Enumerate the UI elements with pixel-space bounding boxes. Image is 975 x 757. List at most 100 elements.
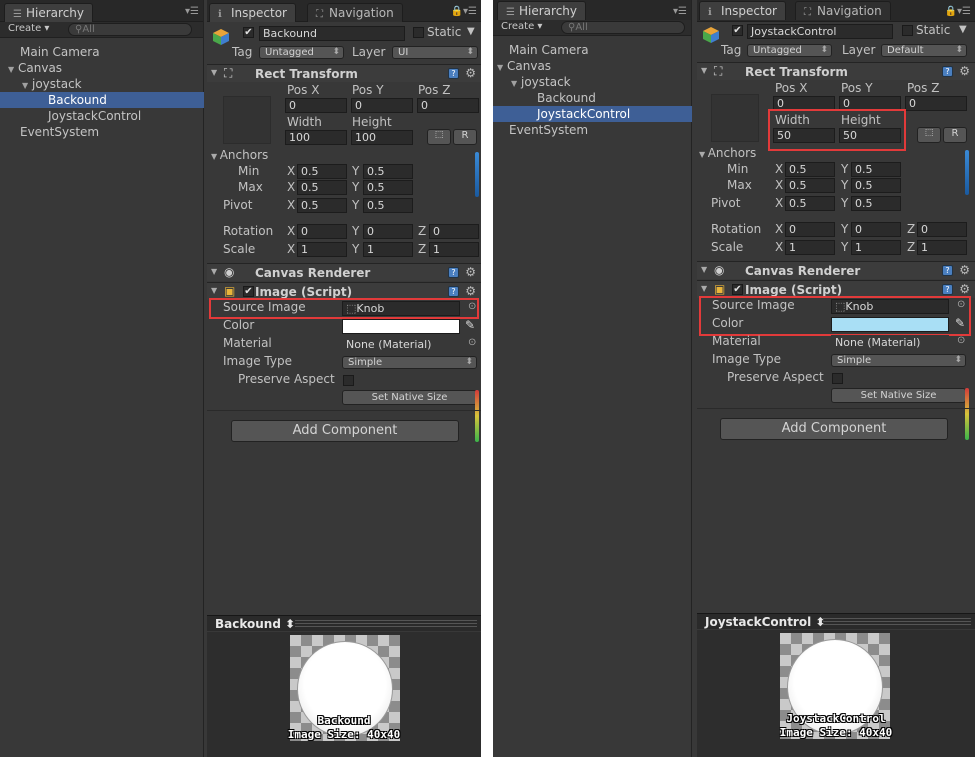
collapse-arrow-icon[interactable]: ▼ bbox=[701, 66, 707, 75]
canvas-renderer-header[interactable]: ▼ ◉ Canvas Renderer ? ⚙ bbox=[697, 261, 975, 279]
help-icon[interactable]: ? bbox=[942, 284, 953, 295]
anchor-preset-widget[interactable] bbox=[223, 96, 271, 144]
help-icon[interactable]: ? bbox=[942, 265, 953, 276]
scale-x-field[interactable]: 1 bbox=[297, 242, 347, 257]
preview-bar[interactable]: JoystackControl ⬍ bbox=[697, 613, 975, 629]
create-dropdown[interactable]: Create ▾ bbox=[8, 23, 49, 34]
hierarchy-item-canvas[interactable]: ▼ Canvas bbox=[0, 60, 204, 76]
tag-dropdown[interactable]: Untagged bbox=[259, 46, 344, 59]
object-name-field[interactable]: Backound bbox=[259, 26, 405, 41]
tab-navigation[interactable]: ⛶ Navigation bbox=[307, 3, 403, 22]
object-picker-icon[interactable]: ⊙ bbox=[468, 301, 476, 312]
scrollbar[interactable] bbox=[475, 152, 479, 197]
hierarchy-item-joystackcontrol[interactable]: JoystackControl bbox=[493, 106, 692, 122]
collapse-arrow-icon[interactable]: ▼ bbox=[211, 267, 217, 276]
image-script-header[interactable]: ▼ ▣ ✔ Image (Script) ? ⚙ bbox=[697, 280, 975, 298]
tab-inspector[interactable]: ℹ Inspector bbox=[699, 1, 786, 20]
anchors-label[interactable]: ▼ Anchors bbox=[699, 146, 756, 160]
pivot-x-field[interactable]: 0.5 bbox=[297, 198, 347, 213]
image-enabled-checkbox[interactable]: ✔ bbox=[243, 286, 254, 297]
preserve-aspect-checkbox[interactable] bbox=[343, 375, 354, 386]
rotation-y-field[interactable]: 0 bbox=[363, 224, 413, 239]
hierarchy-item-main-camera[interactable]: Main Camera bbox=[0, 44, 204, 60]
resize-grip[interactable] bbox=[823, 618, 971, 626]
scale-x-field[interactable]: 1 bbox=[785, 240, 835, 255]
image-script-header[interactable]: ▼ ▣ ✔ Image (Script) ? ⚙ bbox=[207, 282, 481, 300]
width-field[interactable]: 50 bbox=[773, 128, 835, 143]
preserve-aspect-checkbox[interactable] bbox=[832, 373, 843, 384]
help-icon[interactable]: ? bbox=[448, 68, 459, 79]
gear-icon[interactable]: ⚙ bbox=[959, 263, 970, 277]
rect-transform-header[interactable]: ▼ ⛶ Rect Transform ? ⚙ bbox=[697, 62, 975, 80]
rotation-z-field[interactable]: 0 bbox=[917, 222, 967, 237]
pivot-y-field[interactable]: 0.5 bbox=[363, 198, 413, 213]
anchor-max-x-field[interactable]: 0.5 bbox=[785, 178, 835, 193]
scrollbar[interactable] bbox=[965, 388, 969, 440]
anchor-max-y-field[interactable]: 0.5 bbox=[363, 180, 413, 195]
anchor-min-y-field[interactable]: 0.5 bbox=[851, 162, 901, 177]
anchors-label[interactable]: ▼ Anchors bbox=[211, 148, 268, 162]
preview-bar[interactable]: Backound ⬍ bbox=[207, 615, 481, 631]
source-image-field[interactable]: ⬚Knob bbox=[831, 299, 949, 314]
anchor-max-x-field[interactable]: 0.5 bbox=[297, 180, 347, 195]
pos-y-field[interactable]: 0 bbox=[839, 96, 901, 111]
gear-icon[interactable]: ⚙ bbox=[465, 284, 476, 298]
blueprint-mode-button[interactable]: ⬚ bbox=[427, 129, 451, 145]
add-component-button[interactable]: Add Component bbox=[720, 418, 948, 440]
pos-y-field[interactable]: 0 bbox=[351, 98, 413, 113]
pivot-x-field[interactable]: 0.5 bbox=[785, 196, 835, 211]
static-checkbox[interactable] bbox=[413, 27, 424, 38]
resize-grip[interactable] bbox=[295, 620, 477, 628]
tab-navigation[interactable]: ⛶ Navigation bbox=[795, 1, 891, 20]
anchor-min-x-field[interactable]: 0.5 bbox=[297, 164, 347, 179]
pos-x-field[interactable]: 0 bbox=[773, 96, 835, 111]
pos-z-field[interactable]: 0 bbox=[905, 96, 967, 111]
tag-dropdown[interactable]: Untagged bbox=[747, 44, 832, 57]
collapse-arrow-icon[interactable]: ▼ bbox=[701, 284, 707, 293]
height-field[interactable]: 100 bbox=[351, 130, 413, 145]
active-checkbox[interactable]: ✔ bbox=[732, 25, 743, 36]
add-component-button[interactable]: Add Component bbox=[231, 420, 459, 442]
pos-x-field[interactable]: 0 bbox=[285, 98, 347, 113]
static-dropdown-icon[interactable]: ▼ bbox=[959, 24, 967, 35]
tab-hierarchy[interactable]: ☰ Hierarchy bbox=[497, 1, 587, 20]
create-dropdown[interactable]: Create ▾ bbox=[501, 21, 542, 32]
anchor-max-y-field[interactable]: 0.5 bbox=[851, 178, 901, 193]
rect-transform-header[interactable]: ▼ ⛶ Rect Transform ? ⚙ bbox=[207, 64, 481, 82]
anchor-preset-widget[interactable] bbox=[711, 94, 759, 142]
hierarchy-item-backound[interactable]: Backound bbox=[0, 92, 204, 108]
tab-menu-icon[interactable]: ▾☰ bbox=[673, 6, 687, 17]
active-checkbox[interactable]: ✔ bbox=[243, 27, 254, 38]
help-icon[interactable]: ? bbox=[448, 286, 459, 297]
scale-y-field[interactable]: 1 bbox=[851, 240, 901, 255]
scale-y-field[interactable]: 1 bbox=[363, 242, 413, 257]
tab-hierarchy[interactable]: ☰ Hierarchy bbox=[4, 3, 94, 22]
hierarchy-item-joystack[interactable]: ▼ joystack bbox=[0, 76, 204, 92]
anchor-min-y-field[interactable]: 0.5 bbox=[363, 164, 413, 179]
rotation-y-field[interactable]: 0 bbox=[851, 222, 901, 237]
help-icon[interactable]: ? bbox=[448, 267, 459, 278]
gear-icon[interactable]: ⚙ bbox=[465, 66, 476, 80]
eyedropper-icon[interactable]: ✎ bbox=[955, 316, 965, 330]
search-input[interactable]: ⚲All bbox=[68, 23, 192, 36]
hierarchy-item-main-camera[interactable]: Main Camera bbox=[493, 42, 692, 58]
set-native-size-button[interactable]: Set Native Size bbox=[831, 388, 966, 403]
static-checkbox[interactable] bbox=[902, 25, 913, 36]
set-native-size-button[interactable]: Set Native Size bbox=[342, 390, 477, 405]
material-field[interactable]: None (Material) bbox=[831, 335, 949, 350]
collapse-arrow-icon[interactable]: ▼ bbox=[211, 152, 220, 161]
scrollbar[interactable] bbox=[475, 390, 479, 442]
hierarchy-item-backound[interactable]: Backound bbox=[493, 90, 692, 106]
rotation-x-field[interactable]: 0 bbox=[297, 224, 347, 239]
object-name-field[interactable]: JoystackControl bbox=[747, 24, 893, 39]
search-input[interactable]: ⚲All bbox=[561, 21, 685, 34]
eyedropper-icon[interactable]: ✎ bbox=[465, 318, 475, 332]
blueprint-mode-button[interactable]: ⬚ bbox=[917, 127, 941, 143]
hierarchy-item-eventsystem[interactable]: EventSystem bbox=[0, 124, 204, 140]
hierarchy-item-joystackcontrol[interactable]: JoystackControl bbox=[0, 108, 204, 124]
preview-object-name[interactable]: Backound ⬍ bbox=[215, 617, 295, 631]
hierarchy-item-eventsystem[interactable]: EventSystem bbox=[493, 122, 692, 138]
image-type-dropdown[interactable]: Simple bbox=[342, 356, 477, 369]
pos-z-field[interactable]: 0 bbox=[417, 98, 479, 113]
hierarchy-item-canvas[interactable]: ▼ Canvas bbox=[493, 58, 692, 74]
